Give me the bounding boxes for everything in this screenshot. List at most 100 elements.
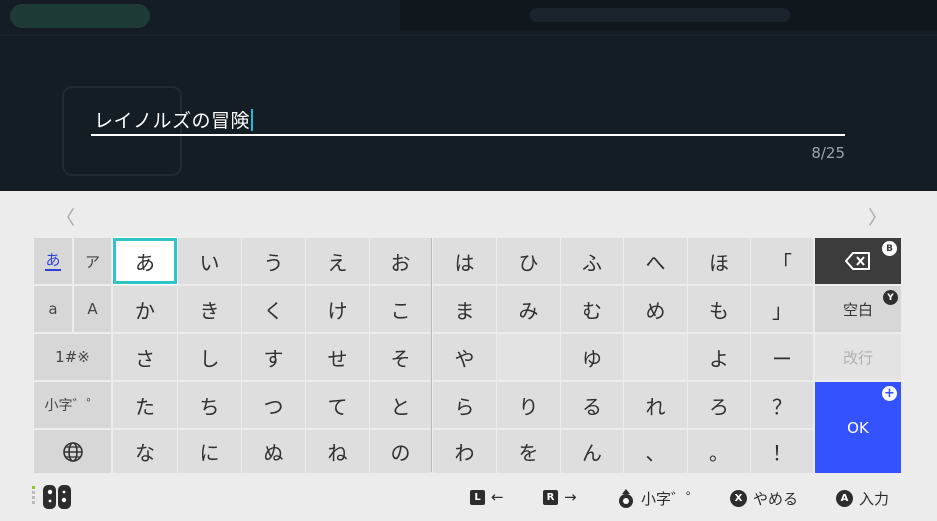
hint-stick: 小字゛゜: [617, 488, 701, 509]
key-4-5[interactable]: わ: [433, 430, 496, 473]
b-button-badge: B: [882, 241, 897, 256]
input-text-wrap: レイノルズの冒険: [94, 106, 254, 133]
key-1-3[interactable]: け: [306, 286, 369, 332]
stick-label: 小字゛゜: [641, 490, 702, 508]
key-1-10[interactable]: 」: [751, 286, 813, 332]
blurred-element: [530, 8, 790, 22]
mode-uppercase-button[interactable]: A: [74, 286, 111, 332]
key-3-5[interactable]: ら: [433, 382, 496, 428]
key-4-9[interactable]: 。: [688, 430, 750, 473]
key-3-2[interactable]: つ: [242, 382, 305, 428]
mode-uppercase-label: A: [87, 300, 98, 318]
hint-l-button: L ←: [470, 488, 504, 506]
footer-hints: L ← R → 小字゛゜ X やめる A 入力: [0, 474, 937, 521]
small-kana-label: 小字゛゜: [44, 398, 101, 414]
key-0-3[interactable]: え: [306, 238, 369, 284]
key-1-1[interactable]: き: [178, 286, 241, 332]
ok-button[interactable]: OK +: [815, 382, 901, 473]
key-1-7[interactable]: む: [561, 286, 623, 332]
mode-lowercase-label: a: [48, 300, 58, 318]
key-0-1[interactable]: い: [178, 238, 241, 284]
chevron-left-icon[interactable]: 〈: [56, 203, 75, 230]
plus-button-badge: +: [882, 386, 897, 401]
a-button-icon: A: [836, 490, 853, 507]
text-caret: [251, 109, 254, 131]
key-1-9[interactable]: も: [688, 286, 750, 332]
key-1-2[interactable]: く: [242, 286, 305, 332]
arrow-left-label: ←: [491, 488, 504, 506]
key-2-4[interactable]: そ: [370, 334, 431, 380]
hint-r-button: R →: [543, 488, 577, 506]
key-3-7[interactable]: る: [561, 382, 623, 428]
character-count: 8/25: [811, 144, 845, 162]
key-4-10[interactable]: ！: [751, 430, 813, 473]
key-1-4[interactable]: こ: [370, 286, 431, 332]
backspace-button[interactable]: B: [815, 238, 901, 284]
key-4-6[interactable]: を: [497, 430, 560, 473]
x-button-icon: X: [730, 490, 747, 507]
key-0-2[interactable]: う: [242, 238, 305, 284]
key-3-9[interactable]: ろ: [688, 382, 750, 428]
key-0-6[interactable]: ひ: [497, 238, 560, 284]
mode-symbols-button[interactable]: 1#※: [34, 334, 111, 380]
joycon-controller-icon: [32, 485, 71, 509]
key-2-1[interactable]: し: [178, 334, 241, 380]
mode-lowercase-button[interactable]: a: [34, 286, 72, 332]
l-button-icon: L: [470, 489, 485, 505]
key-2-2[interactable]: す: [242, 334, 305, 380]
globe-icon: [62, 441, 83, 462]
key-3-8[interactable]: れ: [624, 382, 687, 428]
key-3-0[interactable]: た: [113, 382, 177, 428]
key-4-2[interactable]: ぬ: [242, 430, 305, 473]
key-0-10[interactable]: 「: [751, 238, 813, 284]
key-4-8[interactable]: 、: [624, 430, 687, 473]
key-4-0[interactable]: な: [113, 430, 177, 473]
stick-press-icon: [619, 488, 633, 508]
text-input-field[interactable]: レイノルズの冒険: [91, 104, 845, 136]
small-kana-button[interactable]: 小字゛゜: [34, 382, 111, 428]
key-3-4[interactable]: と: [370, 382, 431, 428]
key-4-7[interactable]: ん: [561, 430, 623, 473]
input-text: レイノルズの冒険: [94, 110, 251, 132]
chevron-right-icon[interactable]: 〉: [868, 203, 887, 230]
key-2-10[interactable]: ー: [751, 334, 813, 380]
key-0-5[interactable]: は: [433, 238, 496, 284]
key-1-6[interactable]: み: [497, 286, 560, 332]
key-2-7[interactable]: ゆ: [561, 334, 623, 380]
key-0-4[interactable]: お: [370, 238, 431, 284]
key-2-0[interactable]: さ: [113, 334, 177, 380]
key-2-6: [497, 334, 560, 380]
hint-x-button: X やめる: [730, 488, 798, 509]
mode-symbols-label: 1#※: [55, 348, 90, 366]
mode-hiragana-button[interactable]: あ: [34, 238, 72, 284]
key-2-8: [624, 334, 687, 380]
key-0-7[interactable]: ふ: [561, 238, 623, 284]
mode-katakana-button[interactable]: ア: [74, 238, 111, 284]
backspace-icon: [845, 252, 870, 270]
key-3-1[interactable]: ち: [178, 382, 241, 428]
mode-katakana-label: ア: [84, 252, 100, 271]
hint-a-button: A 入力: [836, 488, 889, 509]
key-4-1[interactable]: に: [178, 430, 241, 473]
key-4-4[interactable]: の: [370, 430, 431, 473]
key-1-0[interactable]: か: [113, 286, 177, 332]
language-button[interactable]: [34, 430, 111, 473]
key-4-3[interactable]: ね: [306, 430, 369, 473]
key-2-3[interactable]: せ: [306, 334, 369, 380]
key-0-8[interactable]: へ: [624, 238, 687, 284]
mode-hiragana-label: あ: [45, 251, 61, 271]
key-0-9[interactable]: ほ: [688, 238, 750, 284]
key-1-5[interactable]: ま: [433, 286, 496, 332]
key-3-6[interactable]: り: [497, 382, 560, 428]
key-3-10[interactable]: ？: [751, 382, 813, 428]
r-button-icon: R: [543, 489, 558, 505]
key-3-3[interactable]: て: [306, 382, 369, 428]
space-button[interactable]: 空白 Y: [815, 286, 901, 332]
space-label: 空白: [842, 300, 873, 319]
key-2-5[interactable]: や: [433, 334, 496, 380]
key-1-8[interactable]: め: [624, 286, 687, 332]
key-2-9[interactable]: よ: [688, 334, 750, 380]
newline-label: 改行: [842, 348, 873, 367]
key-0-0[interactable]: あ: [113, 238, 177, 284]
newline-button[interactable]: 改行: [815, 334, 901, 380]
